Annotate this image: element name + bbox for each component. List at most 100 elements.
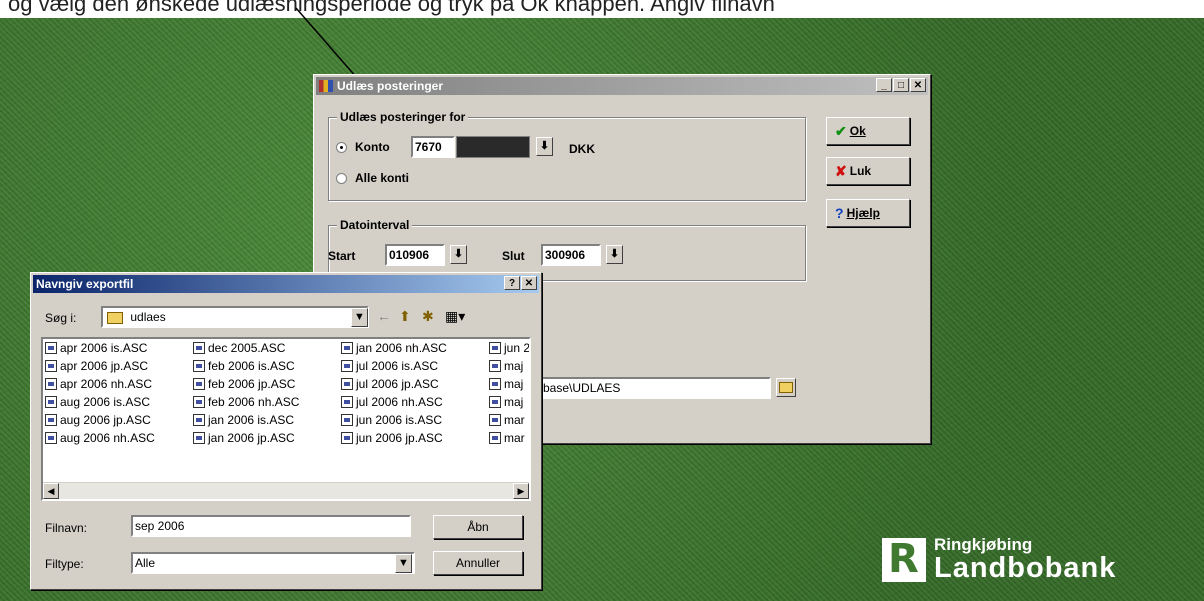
look-in-combo[interactable]: udlaes: [101, 306, 369, 328]
dialog-titlebar[interactable]: Udlæs posteringer _ □ ✕: [316, 77, 928, 95]
file-list-item[interactable]: jun 2006 is.ASC: [341, 413, 442, 427]
ok-button[interactable]: ✔ Ok: [826, 117, 910, 145]
file-icon: [193, 432, 205, 444]
close-button[interactable]: ✕: [910, 78, 926, 92]
radio-alle-dot[interactable]: [336, 172, 347, 184]
cancel-button-label: Annuller: [455, 556, 501, 570]
file-icon: [341, 360, 353, 372]
file-list-item[interactable]: aug 2006 jp.ASC: [45, 413, 151, 427]
file-name: aug 2006 is.ASC: [60, 395, 151, 409]
file-list[interactable]: apr 2006 is.ASC apr 2006 jp.ASC apr 2006 n…: [41, 337, 531, 501]
look-in-dropdown-button[interactable]: ▼: [351, 308, 368, 327]
file-name: feb 2006 is.ASC: [208, 359, 295, 373]
file-icon: [45, 414, 57, 426]
file-list-item[interactable]: jul 2006 nh.ASC: [341, 395, 443, 409]
file-list-item[interactable]: jul 2006 is.ASC: [341, 359, 438, 373]
minimize-button[interactable]: _: [876, 78, 892, 92]
radio-konto-dot[interactable]: [336, 141, 347, 153]
logo-line2: Landbobank: [934, 552, 1117, 584]
file-list-item[interactable]: apr 2006 is.ASC: [45, 341, 147, 355]
file-icon: [45, 342, 57, 354]
file-name: jan 2006 jp.ASC: [208, 431, 295, 445]
folder-icon: [107, 311, 123, 324]
browse-folder-button[interactable]: [776, 378, 796, 397]
file-list-item[interactable]: mar: [489, 431, 525, 445]
file-name: feb 2006 jp.ASC: [208, 377, 296, 391]
file-list-item[interactable]: jan 2006 nh.ASC: [341, 341, 447, 355]
file-icon: [45, 378, 57, 390]
bank-logo-mark: [882, 536, 926, 582]
date-interval-label: Datointerval: [337, 218, 413, 232]
filetype-label: Filtype:: [45, 557, 84, 571]
scroll-left-button[interactable]: ◀: [43, 483, 59, 499]
view-menu-icon[interactable]: ▦▾: [445, 308, 465, 325]
new-folder-icon[interactable]: ✱: [422, 308, 434, 325]
open-button[interactable]: Åbn: [433, 515, 523, 539]
file-list-item[interactable]: aug 2006 nh.ASC: [45, 431, 155, 445]
file-list-item[interactable]: feb 2006 is.ASC: [193, 359, 295, 373]
radio-konto[interactable]: Konto: [336, 140, 390, 154]
x-icon: ✘: [835, 162, 847, 179]
filetype-combo[interactable]: Alle: [131, 552, 415, 574]
file-name: jan 2006 is.ASC: [208, 413, 295, 427]
name-export-file-dialog: Navngiv exportfil ? ✕ Søg i: udlaes ▼ ← …: [30, 272, 542, 590]
help-button[interactable]: ? Hjælp: [826, 199, 910, 227]
file-list-item[interactable]: dec 2005.ASC: [193, 341, 285, 355]
file-list-item[interactable]: jan 2006 jp.ASC: [193, 431, 295, 445]
filename-input[interactable]: sep 2006: [131, 515, 411, 537]
up-folder-icon[interactable]: ⬆: [399, 308, 411, 325]
folder-icon: [779, 382, 793, 393]
help-button-label: Hjælp: [846, 206, 880, 220]
horizontal-scrollbar[interactable]: ◀ ▶: [43, 482, 529, 499]
file-list-item[interactable]: maj: [489, 395, 523, 409]
file-list-item[interactable]: apr 2006 jp.ASC: [45, 359, 148, 373]
start-date-input[interactable]: 010906: [385, 244, 445, 266]
konto-dropdown-button[interactable]: ⬇: [536, 137, 553, 156]
radio-konto-label: Konto: [355, 140, 390, 154]
checkmark-icon: ✔: [835, 122, 847, 139]
file-dialog-title: Navngiv exportfil: [36, 277, 134, 291]
luk-button[interactable]: ✘ Luk: [826, 157, 910, 185]
file-icon: [45, 360, 57, 372]
file-list-item[interactable]: jun 2: [489, 341, 529, 355]
end-date-dropdown[interactable]: ⬇: [606, 245, 623, 264]
file-icon: [193, 414, 205, 426]
radio-alle-konti[interactable]: Alle konti: [336, 171, 409, 185]
file-icon: [341, 414, 353, 426]
file-name: maj: [504, 377, 524, 391]
file-list-item[interactable]: maj: [489, 377, 523, 391]
file-list-item[interactable]: maj: [489, 359, 523, 373]
cancel-button[interactable]: Annuller: [433, 551, 523, 575]
file-list-item[interactable]: apr 2006 nh.ASC: [45, 377, 152, 391]
file-list-item[interactable]: jul 2006 jp.ASC: [341, 377, 439, 391]
file-list-item[interactable]: jan 2006 is.ASC: [193, 413, 294, 427]
radio-alle-label: Alle konti: [355, 171, 410, 185]
file-dialog-close-button[interactable]: ✕: [521, 276, 537, 290]
back-icon[interactable]: ←: [377, 308, 391, 324]
file-list-item[interactable]: mar: [489, 413, 525, 427]
file-name: feb 2006 nh.ASC: [208, 395, 300, 409]
file-name: jul 2006 jp.ASC: [356, 377, 439, 391]
filetype-dropdown-button[interactable]: ▼: [395, 554, 412, 573]
file-icon: [341, 396, 353, 408]
slut-label: Slut: [502, 249, 525, 263]
export-path-input[interactable]: base\UDLAES: [539, 377, 771, 399]
scroll-right-button[interactable]: ▶: [513, 483, 529, 499]
file-list-item[interactable]: feb 2006 jp.ASC: [193, 377, 295, 391]
file-name: jul 2006 nh.ASC: [356, 395, 443, 409]
konto-input[interactable]: 7670: [411, 136, 455, 158]
file-icon: [193, 342, 205, 354]
start-date-dropdown[interactable]: ⬇: [450, 245, 467, 264]
filename-label: Filnavn:: [45, 521, 88, 535]
file-list-item[interactable]: feb 2006 nh.ASC: [193, 395, 299, 409]
file-dialog-titlebar[interactable]: Navngiv exportfil ? ✕: [33, 275, 539, 293]
file-icon: [341, 432, 353, 444]
end-date-input[interactable]: 300906: [541, 244, 601, 266]
maximize-button[interactable]: □: [893, 78, 909, 92]
file-name: apr 2006 is.ASC: [60, 341, 148, 355]
file-list-item[interactable]: jun 2006 jp.ASC: [341, 431, 443, 445]
help-title-button[interactable]: ?: [504, 276, 520, 290]
file-name: aug 2006 nh.ASC: [60, 431, 155, 445]
logo-line1: Ringkjøbing: [934, 535, 1033, 554]
file-list-item[interactable]: aug 2006 is.ASC: [45, 395, 150, 409]
